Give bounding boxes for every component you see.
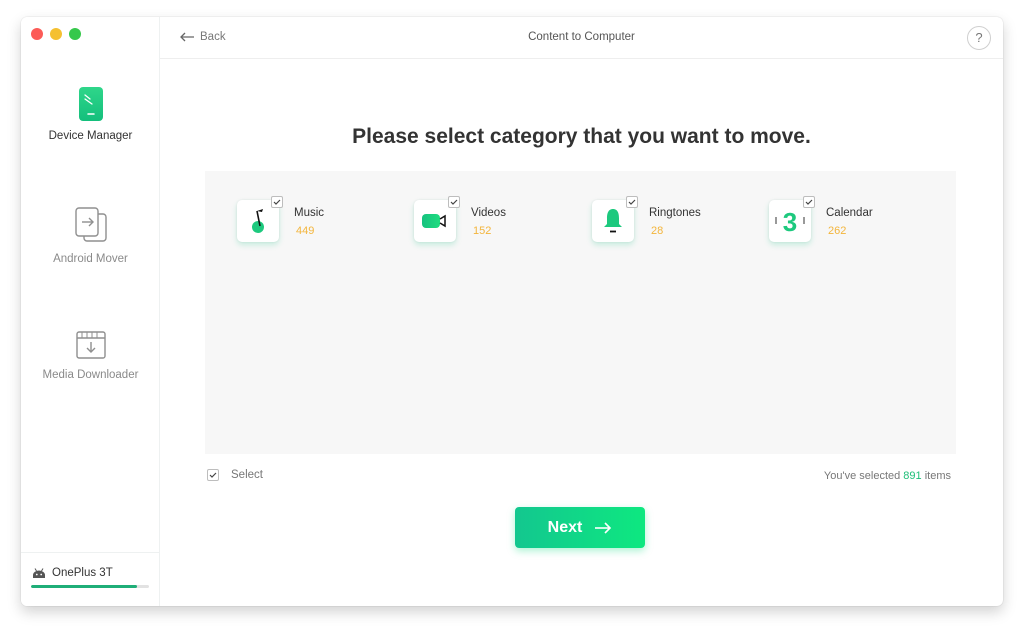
- checkmark-icon: [628, 199, 636, 205]
- checkmark-icon: [209, 472, 217, 478]
- device-storage-bar: [31, 585, 149, 588]
- window-controls: [31, 28, 81, 40]
- sidebar-item-label: Media Downloader: [42, 369, 139, 381]
- device-storage-bar-fill: [31, 585, 138, 588]
- instruction-heading: Please select category that you want to …: [352, 125, 811, 148]
- category-checkbox[interactable]: [626, 196, 638, 208]
- checkmark-icon: [805, 199, 813, 205]
- arrow-right-icon: [595, 521, 612, 534]
- app-window: Device Manager Android Mover Media Downl…: [21, 17, 1003, 606]
- sidebar: Device Manager Android Mover Media Downl…: [21, 17, 160, 606]
- summary-prefix: You've selected: [823, 470, 904, 482]
- category-count: 449: [296, 225, 315, 237]
- selection-summary: You've selected 891 items: [824, 470, 951, 482]
- category-name: Videos: [471, 207, 506, 219]
- category-music[interactable]: Music 449: [237, 196, 325, 242]
- category-name: Music: [294, 207, 325, 219]
- category-checkbox[interactable]: [803, 196, 815, 208]
- help-button[interactable]: ?: [967, 26, 991, 50]
- category-name: Calendar: [826, 207, 873, 219]
- music-note-icon: [252, 209, 264, 233]
- video-camera-icon: [422, 214, 446, 228]
- checkmark-icon: [450, 199, 458, 205]
- select-all-label: Select: [231, 469, 263, 481]
- sidebar-item-media-downloader[interactable]: Media Downloader: [21, 330, 160, 381]
- category-videos[interactable]: Videos 152: [414, 196, 506, 242]
- device-name: OnePlus 3T: [52, 567, 113, 579]
- sidebar-item-device-manager[interactable]: Device Manager: [21, 87, 160, 142]
- category-checkbox[interactable]: [448, 196, 460, 208]
- selected-count: 891: [903, 470, 922, 482]
- transfer-icon: [74, 207, 107, 242]
- close-window-button[interactable]: [31, 28, 43, 40]
- category-count: 28: [651, 225, 664, 237]
- category-tile[interactable]: [237, 196, 283, 242]
- next-label: Next: [547, 518, 583, 536]
- device-status[interactable]: OnePlus 3T: [21, 552, 160, 606]
- category-tile[interactable]: 3: [769, 196, 815, 242]
- bell-icon: [604, 209, 622, 233]
- category-panel: Music 449 Videos 152 Ringtones 28 3 Cale…: [205, 171, 956, 454]
- category-checkbox[interactable]: [271, 196, 283, 208]
- header: Back Content to Computer ?: [160, 17, 1003, 59]
- sidebar-item-label: Device Manager: [48, 130, 133, 142]
- download-icon: [75, 331, 106, 359]
- category-count: 152: [473, 225, 492, 237]
- category-count: 262: [828, 225, 847, 237]
- phone-icon: [78, 87, 103, 121]
- sidebar-item-label: Android Mover: [53, 253, 128, 265]
- category-calendar[interactable]: 3 Calendar 262: [769, 196, 873, 242]
- next-button[interactable]: Next: [515, 507, 645, 548]
- category-ringtones[interactable]: Ringtones 28: [592, 196, 701, 242]
- svg-text:3: 3: [783, 207, 797, 235]
- page-title: Content to Computer: [528, 31, 635, 43]
- question-mark-icon: ?: [975, 30, 983, 45]
- android-icon: [33, 567, 45, 578]
- calendar-icon: 3: [775, 207, 805, 235]
- select-all-box[interactable]: [207, 469, 219, 481]
- category-name: Ringtones: [649, 207, 701, 219]
- checkmark-icon: [273, 199, 281, 205]
- category-tile[interactable]: [414, 196, 460, 242]
- category-tile[interactable]: [592, 196, 638, 242]
- minimize-window-button[interactable]: [50, 28, 62, 40]
- summary-suffix: items: [921, 470, 951, 482]
- select-all-checkbox[interactable]: Select: [207, 469, 263, 481]
- sidebar-item-android-mover[interactable]: Android Mover: [21, 206, 160, 265]
- maximize-window-button[interactable]: [69, 28, 81, 40]
